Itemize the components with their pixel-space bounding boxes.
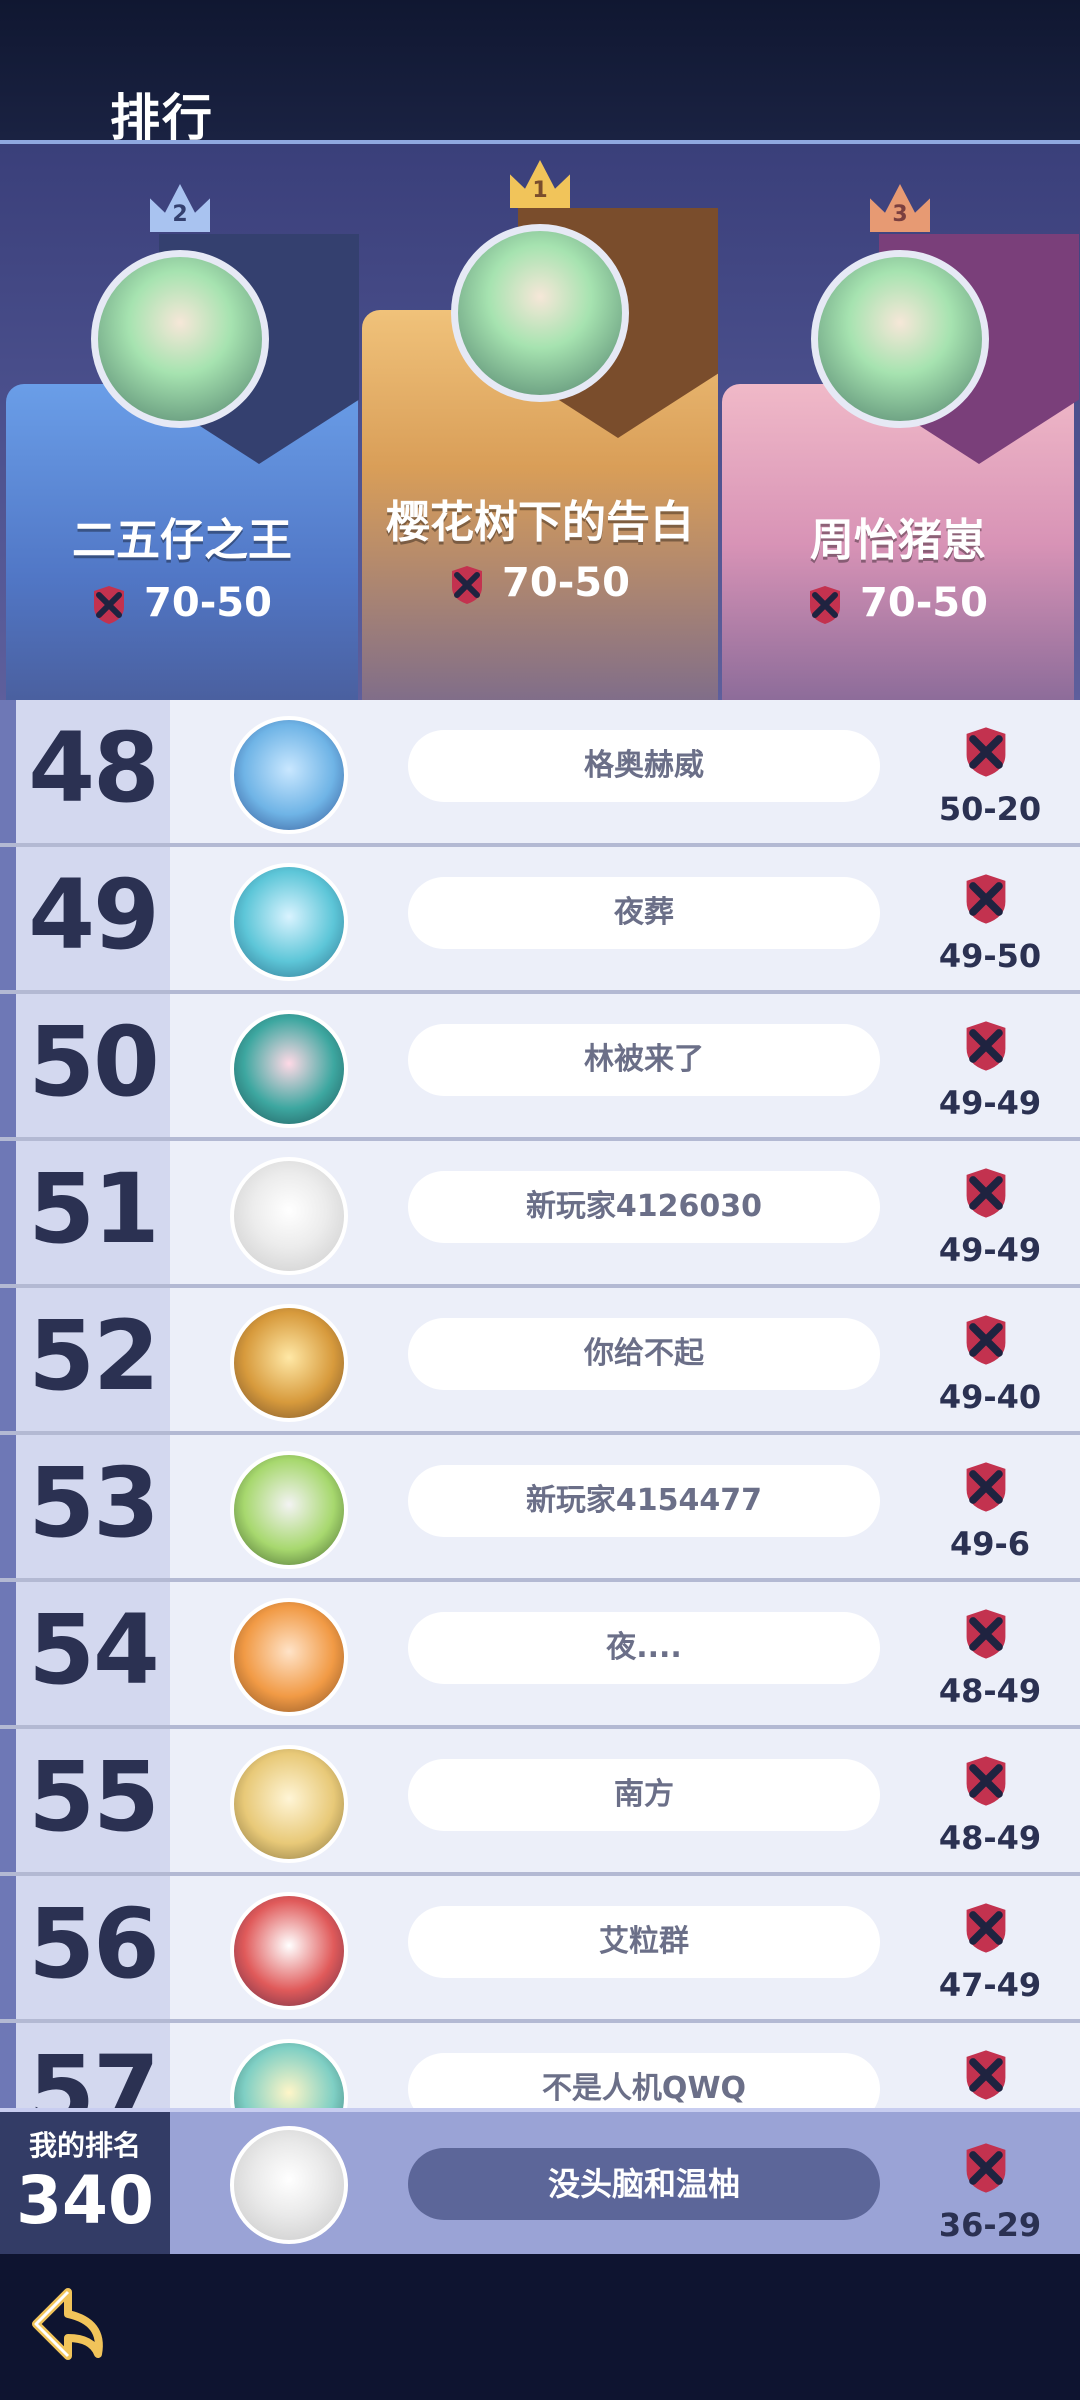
crossed-swords-shield-icon — [966, 1903, 1006, 1953]
avatar[interactable] — [230, 1304, 348, 1422]
player-name: 格奥赫威 — [584, 748, 704, 783]
list-item[interactable]: 56 艾粒群 47-49 — [0, 1876, 1080, 2023]
list-item[interactable]: 54 夜.... 48-49 — [0, 1582, 1080, 1729]
avatar[interactable] — [230, 2039, 348, 2108]
player-name-pill[interactable]: 艾粒群 — [408, 1906, 880, 1978]
player-name: 林被来了 — [584, 1042, 704, 1077]
my-name-pill[interactable]: 没头脑和温柚 — [408, 2148, 880, 2220]
player-name: 夜葬 — [614, 895, 674, 930]
avatar[interactable] — [230, 716, 348, 834]
rank-number: 53 — [28, 1447, 160, 1559]
avatar[interactable] — [230, 1892, 348, 2010]
crossed-swords-shield-icon — [966, 2143, 1006, 2193]
rank-number: 56 — [28, 1888, 160, 2000]
podium-third-score: 70-50 — [860, 580, 988, 626]
rank-number: 52 — [28, 1300, 160, 1412]
player-name-pill[interactable]: 格奥赫威 — [408, 730, 880, 802]
player-name-pill[interactable]: 林被来了 — [408, 1024, 880, 1096]
score: 47-49 — [938, 1966, 1042, 2004]
my-rank-label: 我的排名 — [28, 2129, 141, 2162]
avatar[interactable] — [230, 863, 348, 981]
player-name: 新玩家4126030 — [525, 1189, 763, 1224]
list-item[interactable]: 53 新玩家4154477 49-6 — [0, 1435, 1080, 1582]
player-name-pill[interactable]: 新玩家4154477 — [408, 1465, 880, 1537]
rank-2-crown-icon: 2 — [150, 184, 210, 232]
my-rank-label-block: 我的排名 340 — [0, 2112, 170, 2258]
rank-number: 57 — [28, 2035, 160, 2108]
my-rank-number: 340 — [16, 2162, 154, 2239]
podium-second-name: 二五仔之王 — [72, 515, 292, 566]
rank-number: 51 — [28, 1153, 160, 1265]
podium-third-avatar[interactable] — [811, 250, 989, 428]
crossed-swords-shield-icon — [966, 874, 1006, 924]
crossed-swords-shield-icon — [966, 1021, 1006, 1071]
list-item[interactable]: 55 南方 48-49 — [0, 1729, 1080, 1876]
score: 49-50 — [938, 937, 1042, 975]
player-name-pill[interactable]: 南方 — [408, 1759, 880, 1831]
crossed-swords-shield-icon — [966, 727, 1006, 777]
player-name: 新玩家4154477 — [525, 1483, 763, 1518]
list-item[interactable]: 52 你给不起 49-40 — [0, 1288, 1080, 1435]
podium-third-name: 周怡猪崽 — [810, 515, 986, 566]
score: 50-20 — [938, 790, 1042, 828]
score: 48-49 — [938, 1819, 1042, 1857]
crossed-swords-shield-icon — [808, 585, 842, 625]
rank-number: 49 — [28, 859, 160, 971]
rank-3-crown-icon: 3 — [870, 184, 930, 232]
score: 48-49 — [938, 1672, 1042, 1710]
player-name: 艾粒群 — [599, 1924, 689, 1959]
player-name-pill[interactable]: 新玩家4126030 — [408, 1171, 880, 1243]
list-item[interactable]: 50 林被来了 49-49 — [0, 994, 1080, 1141]
score: 49-49 — [938, 1084, 1042, 1122]
top-three-podium: 二五仔之王 70-50 2 樱花树下的告白 70-50 1 周怡猪崽 70-50 — [0, 140, 1080, 704]
player-name-pill[interactable]: 夜.... — [408, 1612, 880, 1684]
podium-second-avatar[interactable] — [91, 250, 269, 428]
crossed-swords-shield-icon — [92, 585, 126, 625]
avatar[interactable] — [230, 1451, 348, 1569]
player-name-pill[interactable]: 你给不起 — [408, 1318, 880, 1390]
back-arrow-icon[interactable] — [28, 2284, 114, 2370]
my-avatar[interactable] — [230, 2126, 348, 2244]
avatar[interactable] — [230, 1745, 348, 1863]
rank-number: 48 — [28, 712, 160, 824]
score: 49-6 — [949, 1525, 1031, 1563]
crossed-swords-shield-icon — [966, 1756, 1006, 1806]
my-name: 没头脑和温柚 — [547, 2165, 740, 2203]
player-name: 不是人机QWQ — [541, 2071, 747, 2106]
podium-second-score: 70-50 — [144, 580, 272, 626]
player-name: 你给不起 — [584, 1336, 704, 1371]
avatar[interactable] — [230, 1010, 348, 1128]
rank-number: 55 — [28, 1741, 160, 1853]
player-name-pill[interactable]: 夜葬 — [408, 877, 880, 949]
score: 49-40 — [938, 1378, 1042, 1416]
player-name: 南方 — [614, 1777, 674, 1812]
rank-number: 50 — [28, 1006, 160, 1118]
crossed-swords-shield-icon — [966, 1462, 1006, 1512]
player-name-pill[interactable]: 不是人机QWQ — [408, 2053, 880, 2108]
footer-bar — [0, 2254, 1080, 2400]
avatar[interactable] — [230, 1598, 348, 1716]
list-item[interactable]: 57 不是人机QWQ — [0, 2023, 1080, 2108]
rank-number: 54 — [28, 1594, 160, 1706]
score: 49-49 — [938, 1231, 1042, 1269]
top-bar: 排行 — [0, 0, 1080, 147]
list-item[interactable]: 48 格奥赫威 50-20 — [0, 700, 1080, 847]
my-rank-bar[interactable]: 我的排名 340 没头脑和温柚 36-29 — [0, 2108, 1080, 2258]
avatar[interactable] — [230, 1157, 348, 1275]
crossed-swords-shield-icon — [966, 1315, 1006, 1365]
podium-first-score: 70-50 — [502, 560, 630, 606]
crossed-swords-shield-icon — [450, 565, 484, 605]
my-score: 36-29 — [938, 2206, 1042, 2244]
crossed-swords-shield-icon — [966, 1609, 1006, 1659]
list-item[interactable]: 51 新玩家4126030 49-49 — [0, 1141, 1080, 1288]
crossed-swords-shield-icon — [966, 2050, 1006, 2100]
crossed-swords-shield-icon — [966, 1168, 1006, 1218]
podium-first-avatar[interactable] — [451, 224, 629, 402]
list-item[interactable]: 49 夜葬 49-50 — [0, 847, 1080, 994]
player-name: 夜.... — [606, 1630, 682, 1665]
rank-1-crown-icon: 1 — [510, 160, 570, 208]
podium-first-name: 樱花树下的告白 — [386, 497, 694, 548]
ranking-list[interactable]: 48 格奥赫威 50-20 49 夜葬 49-50 50 林被来了 49-49 … — [0, 700, 1080, 2108]
